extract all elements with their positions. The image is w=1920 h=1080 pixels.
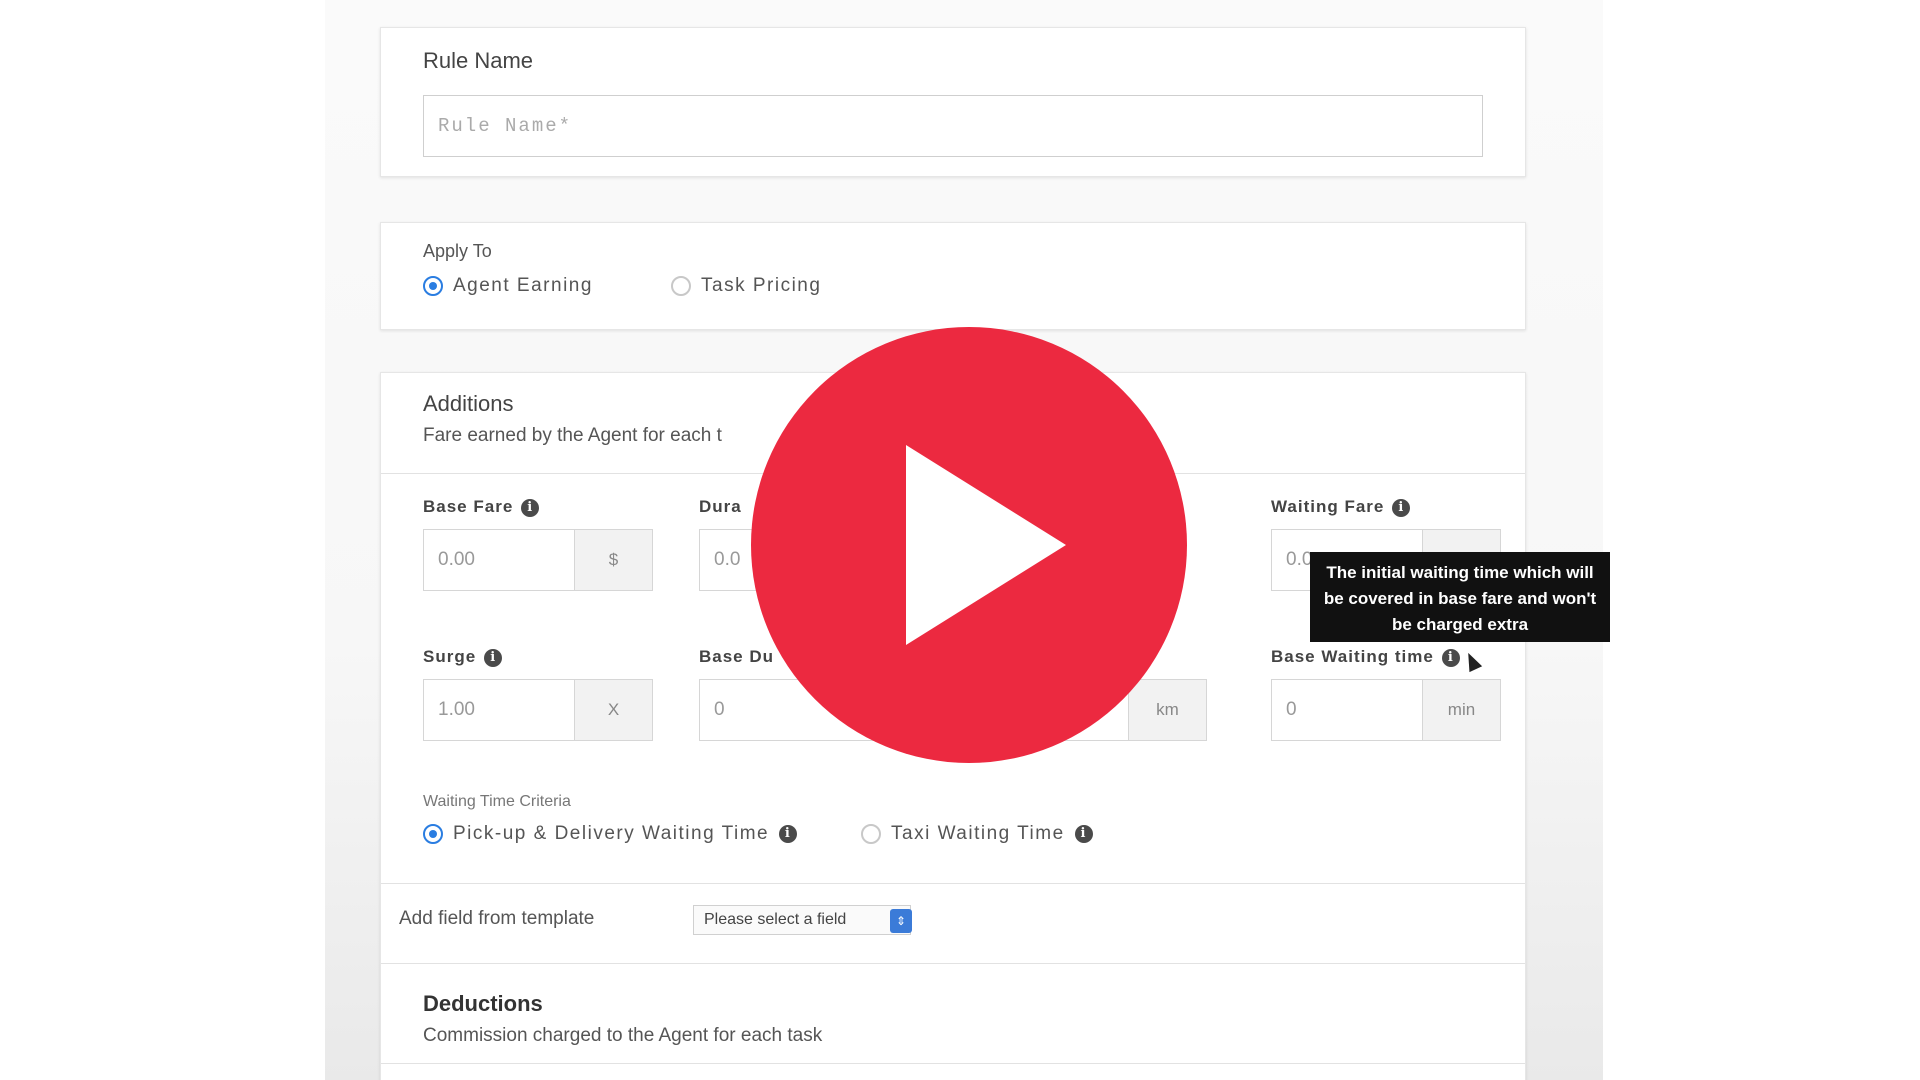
duration-label-text: Dura	[699, 497, 742, 516]
base-waiting-time-tooltip: The initial waiting time which will be c…	[1310, 552, 1610, 642]
apply-to-label: Apply To	[423, 241, 492, 261]
base-fare-value[interactable]: 0.00	[424, 530, 574, 590]
radio-selected-icon[interactable]	[423, 276, 443, 296]
divider	[381, 883, 1525, 884]
play-icon	[906, 445, 1066, 645]
apply-to-card: Apply To Agent Earning Task Pricing	[380, 222, 1526, 330]
template-select-value: Please select a field	[704, 911, 847, 928]
radio-unselected-icon[interactable]	[671, 276, 691, 296]
radio-unselected-icon[interactable]	[861, 824, 881, 844]
base-fare-unit: $	[574, 530, 652, 590]
video-play-button[interactable]	[751, 327, 1187, 763]
base-waiting-time-unit: min	[1422, 680, 1500, 740]
info-icon[interactable]: i	[521, 498, 540, 517]
base-distance-unit: km	[1128, 680, 1206, 740]
radio-task-pricing[interactable]: Task Pricing	[671, 275, 821, 297]
radio-taxi-waiting[interactable]: Taxi Waiting Time i	[861, 823, 1093, 845]
info-icon[interactable]: i	[1074, 825, 1093, 843]
info-icon[interactable]: i	[1441, 648, 1460, 667]
radio-agent-earning[interactable]: Agent Earning	[423, 275, 593, 297]
deductions-title: Deductions	[423, 991, 543, 1016]
info-icon[interactable]: i	[1392, 498, 1411, 517]
add-field-label: Add field from template	[399, 908, 595, 929]
surge-label: Surge i	[423, 647, 503, 667]
rule-name-placeholder: Rule Name*	[438, 115, 573, 137]
info-icon[interactable]: i	[779, 825, 798, 843]
select-arrows-icon[interactable]: ⇕	[890, 909, 912, 933]
radio-agent-earning-label: Agent Earning	[453, 275, 593, 296]
divider	[381, 1063, 1525, 1064]
base-waiting-time-label: Base Waiting time i	[1271, 647, 1460, 667]
base-fare-label: Base Fare i	[423, 497, 540, 517]
additions-subtitle: Fare earned by the Agent for each t	[423, 425, 722, 446]
duration-label: Dura	[699, 497, 742, 517]
base-fare-label-text: Base Fare	[423, 497, 514, 516]
template-field-select[interactable]: Please select a field ⇕	[693, 905, 912, 935]
base-waiting-time-input[interactable]: 0 min	[1271, 679, 1501, 741]
waiting-time-criteria-label: Waiting Time Criteria	[423, 793, 571, 810]
radio-taxi-waiting-label: Taxi Waiting Time	[891, 823, 1065, 844]
surge-unit: X	[574, 680, 652, 740]
info-icon[interactable]: i	[484, 648, 503, 667]
base-fare-input[interactable]: 0.00 $	[423, 529, 653, 591]
waiting-fare-label-text: Waiting Fare	[1271, 497, 1385, 516]
base-waiting-time-label-text: Base Waiting time	[1271, 647, 1434, 666]
rule-name-label: Rule Name	[423, 48, 534, 73]
surge-input[interactable]: 1.00 X	[423, 679, 653, 741]
rule-name-input[interactable]: Rule Name*	[423, 95, 1483, 157]
surge-value[interactable]: 1.00	[424, 680, 574, 740]
additions-title: Additions	[423, 391, 514, 416]
radio-pickup-delivery[interactable]: Pick-up & Delivery Waiting Time i	[423, 823, 798, 845]
surge-label-text: Surge	[423, 647, 477, 666]
radio-task-pricing-label: Task Pricing	[701, 275, 822, 296]
divider	[381, 963, 1525, 964]
radio-selected-icon[interactable]	[423, 824, 443, 844]
rule-name-card: Rule Name Rule Name*	[380, 27, 1526, 177]
radio-pickup-delivery-label: Pick-up & Delivery Waiting Time	[453, 823, 770, 844]
deductions-subtitle: Commission charged to the Agent for each…	[423, 1025, 823, 1046]
waiting-fare-label: Waiting Fare i	[1271, 497, 1411, 517]
base-distance-label-text: Base Du	[699, 647, 775, 666]
base-distance-label: Base Du	[699, 647, 774, 667]
tooltip-text: The initial waiting time which will be c…	[1323, 563, 1597, 634]
base-waiting-time-value[interactable]: 0	[1272, 680, 1422, 740]
